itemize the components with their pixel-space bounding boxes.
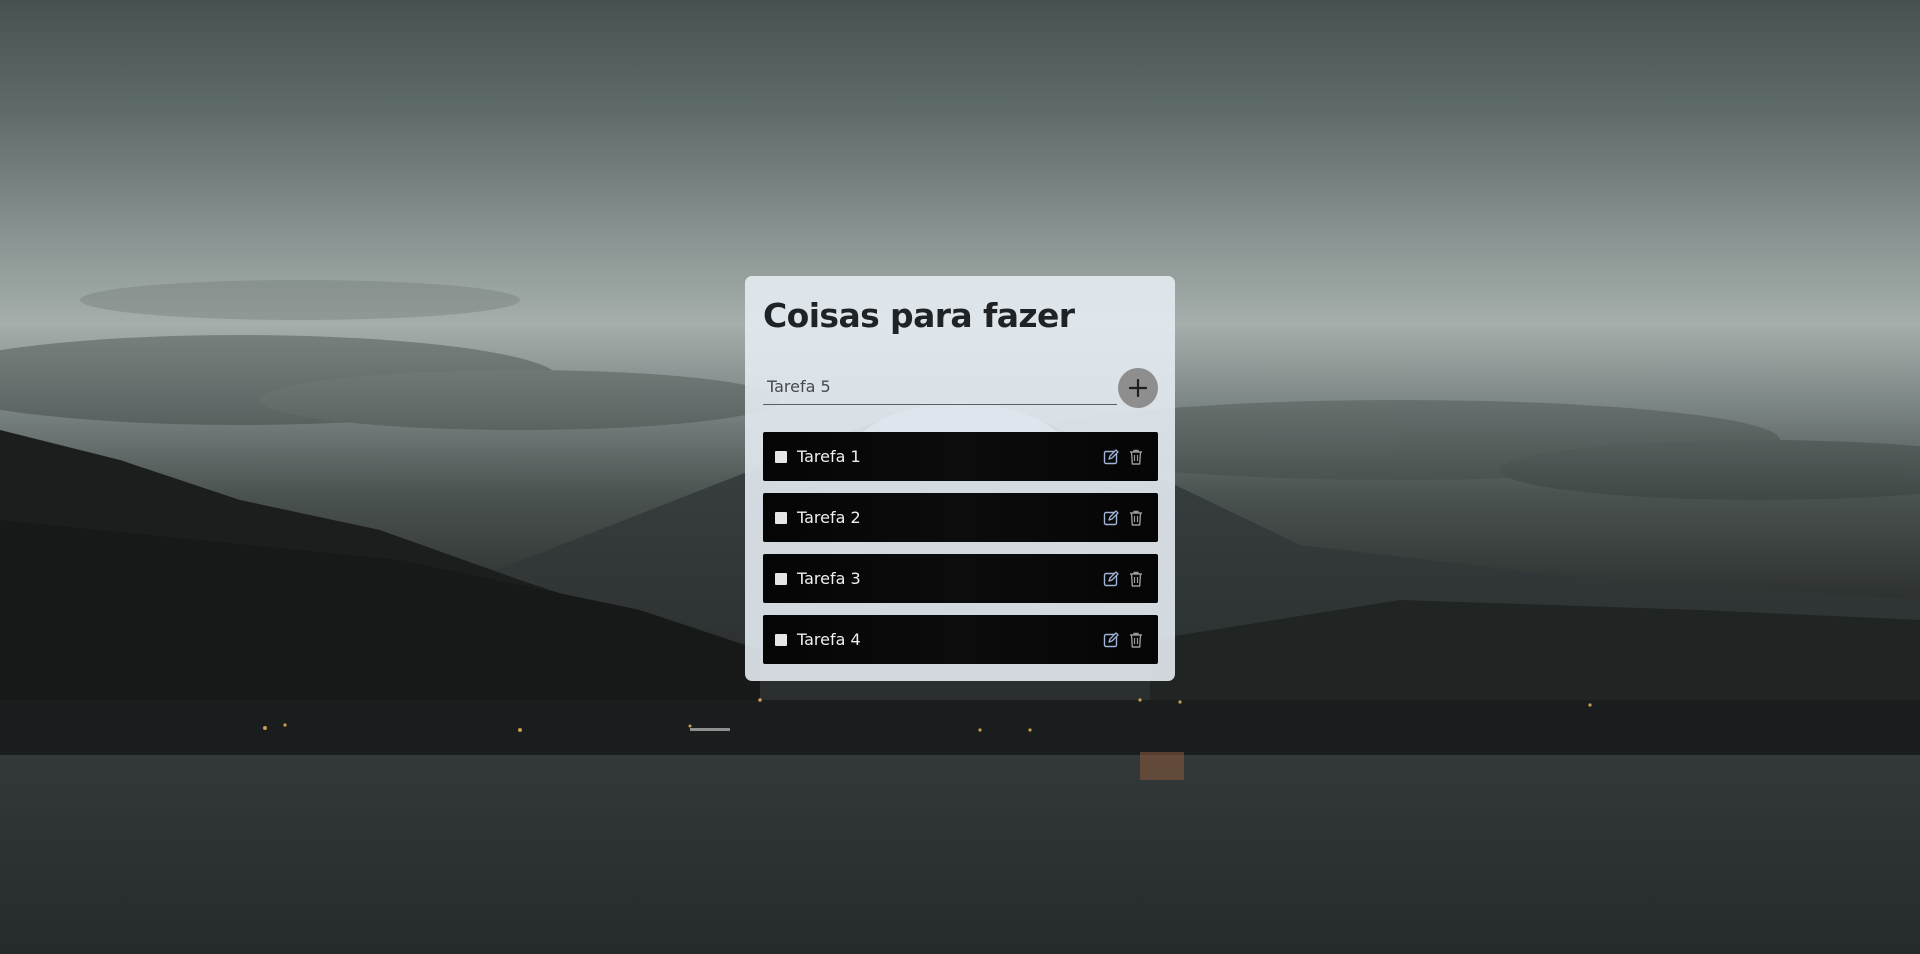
trash-icon[interactable] <box>1126 447 1146 467</box>
plus-icon <box>1129 379 1147 397</box>
new-task-row <box>763 368 1159 408</box>
task-checkbox[interactable] <box>775 572 787 585</box>
task-checkbox[interactable] <box>775 450 787 463</box>
edit-icon[interactable] <box>1101 630 1121 650</box>
task-checkbox[interactable] <box>775 633 787 646</box>
task-item: Tarefa 4 <box>763 615 1158 664</box>
todo-card: Coisas para fazer Tarefa 1 Tarefa 2 <box>745 276 1175 681</box>
edit-icon[interactable] <box>1101 508 1121 528</box>
task-list: Tarefa 1 Tarefa 2 Tarefa 3 Tarefa 4 <box>763 432 1158 676</box>
task-label: Tarefa 3 <box>797 569 861 588</box>
edit-icon[interactable] <box>1101 569 1121 589</box>
task-checkbox[interactable] <box>775 511 787 524</box>
trash-icon[interactable] <box>1126 630 1146 650</box>
trash-icon[interactable] <box>1126 569 1146 589</box>
task-label: Tarefa 1 <box>797 447 861 466</box>
edit-icon[interactable] <box>1101 447 1121 467</box>
trash-icon[interactable] <box>1126 508 1146 528</box>
task-label: Tarefa 4 <box>797 630 861 649</box>
task-item: Tarefa 3 <box>763 554 1158 603</box>
task-item: Tarefa 2 <box>763 493 1158 542</box>
page-title: Coisas para fazer <box>763 296 1075 335</box>
task-label: Tarefa 2 <box>797 508 861 527</box>
add-task-button[interactable] <box>1118 368 1158 408</box>
task-item: Tarefa 1 <box>763 432 1158 481</box>
new-task-input[interactable] <box>763 368 1117 405</box>
